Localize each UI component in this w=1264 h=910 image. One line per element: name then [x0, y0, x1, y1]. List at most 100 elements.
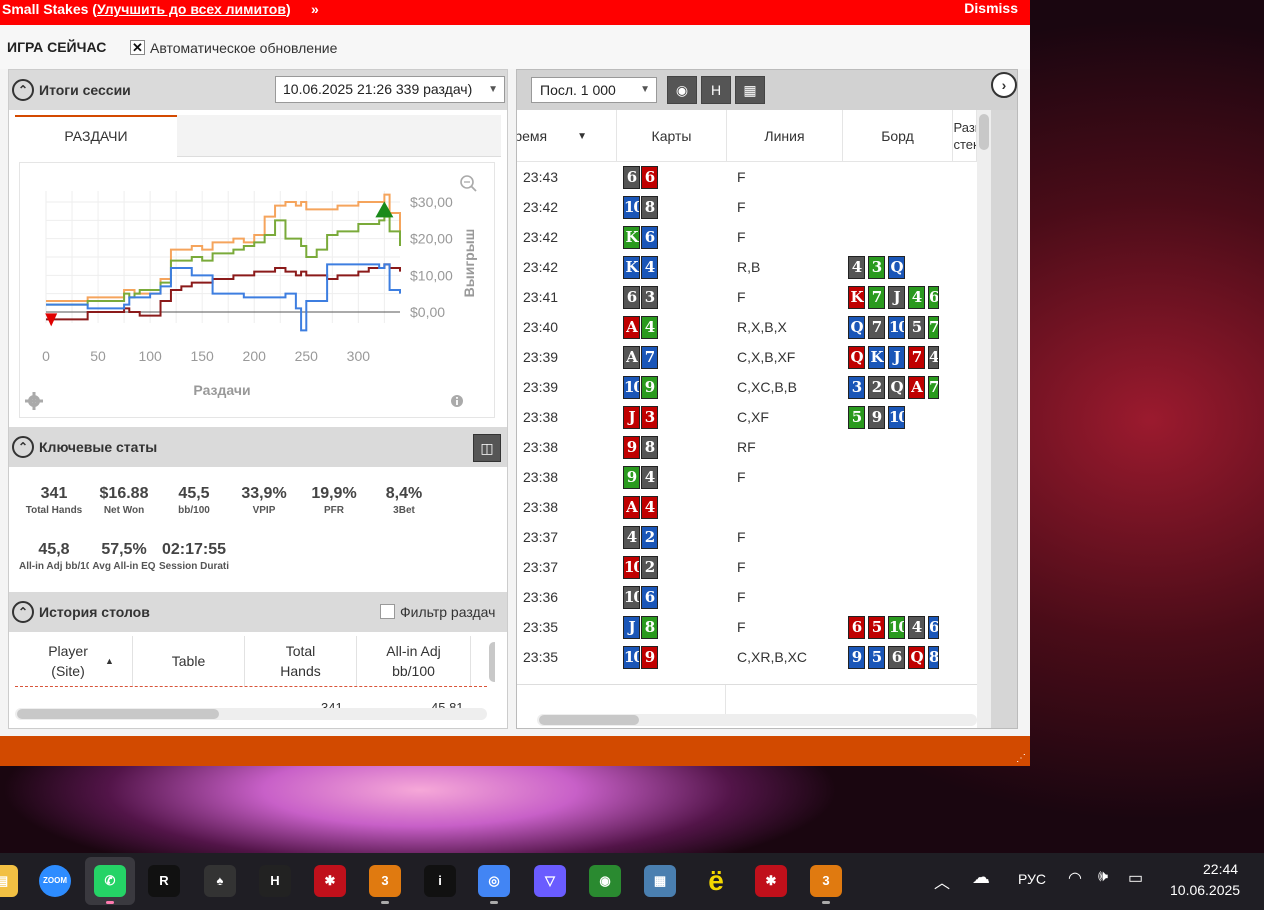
session-summary-header: ⌃ Итоги сессии 10.06.2025 21:26 339 разд… — [9, 70, 507, 110]
clock-date[interactable]: 10.06.2025 — [1170, 882, 1240, 898]
hm-icon[interactable]: H — [259, 865, 291, 897]
tab-hands[interactable]: РАЗДАЧИ — [15, 115, 177, 157]
board-card: 9 — [848, 646, 865, 669]
wifi-icon[interactable]: ◠ — [1068, 868, 1082, 888]
file-explorer-icon[interactable]: ▤ — [0, 865, 18, 897]
yo-icon[interactable]: ё — [700, 865, 732, 897]
tray-chevron-up-icon[interactable]: ︿ — [934, 869, 950, 893]
hand-row[interactable]: 23:38 9 8 RF — [517, 432, 977, 462]
history-vscroll[interactable] — [489, 642, 495, 682]
hands-hscroll-thumb[interactable] — [539, 715, 639, 725]
battery-icon[interactable]: ▭ — [1128, 868, 1143, 888]
hand-row[interactable]: 23:38 9 4 F — [517, 462, 977, 492]
col-cards[interactable]: Карты — [617, 110, 727, 162]
sort-asc-icon: ▲ — [105, 656, 114, 666]
hand-row[interactable]: 23:38 J3 C,XF 5910 — [517, 402, 977, 432]
history-hscroll[interactable] — [15, 708, 487, 720]
session-selector[interactable]: 10.06.2025 21:26 339 раздач) ▼ — [275, 76, 505, 103]
filter-hands-label[interactable]: Фильтр раздач — [400, 604, 495, 620]
hand-row[interactable]: 23:39 109 C,XC,B,B 32QA7 — [517, 372, 977, 402]
language-indicator[interactable]: РУС — [1018, 871, 1046, 887]
stat-tile: 19,9% PFR — [299, 485, 369, 516]
board-card: 7 — [928, 376, 939, 399]
volume-icon[interactable]: 🕪 — [1098, 868, 1108, 886]
hand-row[interactable]: 23:37 4 2 F — [517, 522, 977, 552]
hole-card: A — [623, 496, 640, 519]
col-time[interactable]: Время ▼ — [517, 110, 617, 162]
eye-app-icon[interactable]: ◉ — [589, 865, 621, 897]
hm3-2-icon[interactable]: 3 — [810, 865, 842, 897]
col-total-hands[interactable]: Total Hands — [245, 636, 357, 686]
hand-line: F — [737, 229, 746, 245]
hand-row[interactable]: 23:42 K 4 R,B 4 3 Q — [517, 252, 977, 282]
hm3-icon[interactable]: 3 — [369, 865, 401, 897]
stat-label: VPIP — [252, 505, 276, 516]
history-hscroll-thumb[interactable] — [17, 709, 219, 719]
hand-row[interactable]: 23:39 A 7 C,X,B,XF Q K J 7 4 — [517, 342, 977, 372]
hand-row[interactable]: 23:42 108 F — [517, 192, 977, 222]
hand-row[interactable]: 23:41 6 3 F K 7 J 4 6 — [517, 282, 977, 312]
stat-label: All-in Adj bb/100 — [19, 561, 89, 572]
hole-card: 9 — [623, 466, 640, 489]
hand-time: 23:38 — [523, 409, 559, 425]
taskbar: ▤ ZOOM ✆ R ♠ H ✱ 3 i ◎ ▽ ◉ ▦ ё ✱ 3 ︿ ☁ РУС ◠ 🕪 ▭ 22:44 … — [0, 853, 1264, 910]
col-stack[interactable]: Размер стека — [953, 110, 977, 162]
hands-hscroll[interactable] — [537, 714, 977, 726]
dismiss-button[interactable]: Dismiss — [964, 0, 1018, 16]
col-line[interactable]: Линия — [727, 110, 843, 162]
upgrade-link[interactable]: Улучшить до всех лимитов — [97, 1, 286, 17]
h-button[interactable]: H — [701, 76, 731, 104]
poker-client-icon[interactable]: ✱ — [314, 865, 346, 897]
board-card: 2 — [868, 376, 885, 399]
col-table[interactable]: Table — [133, 636, 245, 686]
zoom-icon[interactable] — [460, 175, 477, 192]
clock-time[interactable]: 22:44 — [1203, 861, 1238, 877]
hand-row[interactable]: 23:43 6 6 F — [517, 162, 977, 192]
hand-row[interactable]: 23:42 K 6 F — [517, 222, 977, 252]
hole-card: 4 — [641, 316, 658, 339]
banner-chevron-icon[interactable]: » — [311, 0, 319, 18]
x-tick-label: 0 — [42, 348, 50, 364]
hand-row[interactable]: 23:38 A 4 — [517, 492, 977, 522]
poker-client-2-icon[interactable]: ✱ — [755, 865, 787, 897]
eye-toggle-icon[interactable]: ◉ — [667, 76, 697, 104]
hole-card: 8 — [641, 616, 658, 639]
onedrive-cloud-icon[interactable]: ☁ — [972, 867, 990, 888]
zoom-icon[interactable]: ZOOM — [39, 865, 71, 897]
hands-panel: Посл. 1 000 ▼ ◉ H ▦ › Время ▼ Карты Лини… — [516, 69, 1018, 729]
chrome-icon[interactable]: ◎ — [478, 865, 510, 897]
poker-i-icon[interactable]: i — [424, 865, 456, 897]
collapse-session-icon[interactable]: ⌃ — [12, 79, 34, 101]
hand-row[interactable]: 23:35109C,XR,B,XC956Q8 — [517, 642, 977, 672]
hands-vscroll-thumb[interactable] — [979, 114, 989, 150]
calculator-icon[interactable]: ▦ — [644, 865, 676, 897]
filter-hands-checkbox[interactable] — [380, 604, 395, 619]
hand-row[interactable]: 23:37 102 F — [517, 552, 977, 582]
collapse-history-icon[interactable]: ⌃ — [12, 601, 34, 623]
hand-time: 23:35 — [523, 649, 559, 665]
auto-refresh-label[interactable]: Автоматическое обновление — [150, 40, 337, 56]
hole-card: 9 — [641, 376, 658, 399]
chevron-right-icon[interactable]: › — [991, 72, 1017, 98]
poker-r-icon[interactable]: R — [148, 865, 180, 897]
col-player-site[interactable]: Player (Site) ▲ — [15, 636, 133, 686]
hand-row[interactable]: 23:35J8F651046 — [517, 612, 977, 642]
info-icon[interactable] — [451, 395, 463, 407]
col-allin-adj[interactable]: All-in Adj bb/100 — [357, 636, 471, 686]
resize-grip-icon[interactable]: ⋰ — [1016, 753, 1026, 764]
settings-gear-icon[interactable] — [25, 392, 43, 410]
col-board[interactable]: Борд — [843, 110, 953, 162]
grid-view-icon[interactable]: ▦ — [735, 76, 765, 104]
hands-vscroll[interactable] — [977, 110, 991, 728]
hand-row[interactable]: 23:40A4R,X,B,XQ71057 — [517, 312, 977, 342]
auto-refresh-checkbox[interactable]: ✕ — [130, 40, 145, 55]
hand-row[interactable]: 23:36 106 F — [517, 582, 977, 612]
range-selector[interactable]: Посл. 1 000 ▼ — [531, 77, 657, 103]
pokerstars-icon[interactable]: ♠ — [204, 865, 236, 897]
collapse-keystats-icon[interactable]: ⌃ — [12, 436, 34, 458]
hand-time: 23:42 — [523, 259, 559, 275]
hole-card: 6 — [623, 166, 640, 189]
columns-toggle-icon[interactable]: ◫ — [473, 434, 501, 462]
proton-icon[interactable]: ▽ — [534, 865, 566, 897]
whatsapp-icon[interactable]: ✆ — [94, 865, 126, 897]
